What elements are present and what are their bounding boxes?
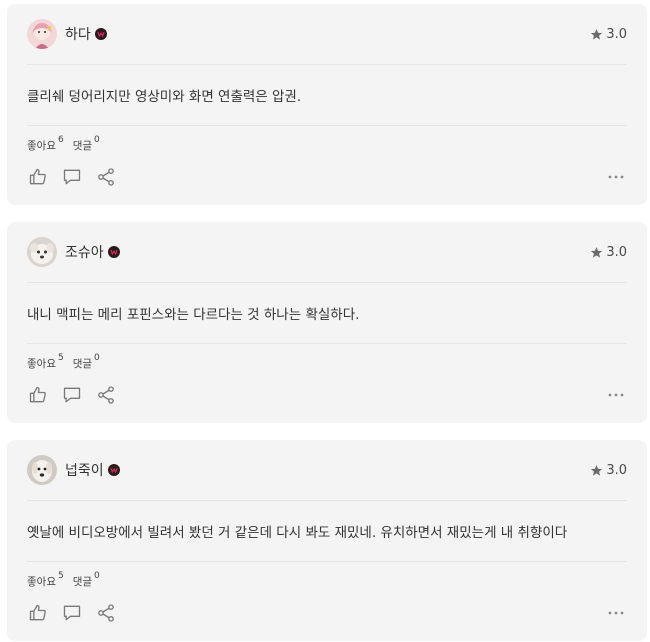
share-button[interactable] — [95, 602, 117, 624]
reply-number: 0 — [94, 570, 100, 581]
share-icon — [98, 168, 114, 186]
comment-actions — [27, 600, 627, 626]
username[interactable]: 조슈아 — [65, 242, 104, 262]
like-number: 6 — [57, 134, 64, 145]
comment-card: 하다 3.0 클리쉐 덩어리지만 영상미와 화면 연출력은 압권. 좋아요 6 댓… — [7, 4, 647, 205]
like-count: 좋아요 5 — [27, 570, 64, 589]
more-button[interactable] — [605, 166, 627, 188]
comment-actions — [27, 164, 627, 190]
avatar[interactable] — [27, 237, 57, 267]
watcha-badge-icon — [94, 28, 107, 40]
like-label: 좋아요 — [27, 357, 56, 370]
like-count: 좋아요 5 — [27, 352, 64, 371]
rating: 3.0 — [590, 245, 627, 260]
reply-label: 댓글 — [72, 139, 93, 152]
reply-label: 댓글 — [72, 357, 93, 370]
more-icon — [608, 393, 624, 397]
comment-header: 조슈아 3.0 — [27, 222, 627, 283]
comment-list: 하다 3.0 클리쉐 덩어리지만 영상미와 화면 연출력은 압권. 좋아요 6 댓… — [0, 0, 650, 642]
thumbs-up-icon — [29, 386, 46, 403]
star-icon — [591, 464, 603, 476]
comment-header: 하다 3.0 — [27, 4, 627, 65]
reply-count: 댓글 0 — [72, 570, 100, 589]
avatar[interactable] — [27, 455, 57, 485]
comment-stats: 좋아요 6 댓글 0 — [27, 126, 627, 164]
comment-icon — [63, 169, 81, 185]
comment-text[interactable]: 내니 맥피는 메리 포핀스와는 다르다는 것 하나는 확실하다. — [27, 283, 627, 344]
rating-value: 3.0 — [606, 244, 627, 260]
like-label: 좋아요 — [27, 575, 56, 588]
watcha-badge-icon — [107, 464, 120, 476]
comment-icon — [63, 387, 81, 403]
like-number: 5 — [57, 352, 64, 363]
share-icon — [98, 604, 114, 622]
like-button[interactable] — [27, 166, 49, 188]
share-button[interactable] — [95, 166, 117, 188]
share-icon — [98, 386, 114, 404]
comment-button[interactable] — [61, 166, 83, 188]
star-icon — [591, 28, 603, 40]
share-button[interactable] — [95, 384, 117, 406]
comment-stats: 좋아요 5 댓글 0 — [27, 344, 627, 382]
reply-label: 댓글 — [72, 575, 93, 588]
like-button[interactable] — [27, 384, 49, 406]
reply-number: 0 — [94, 352, 100, 363]
comment-text[interactable]: 클리쉐 덩어리지만 영상미와 화면 연출력은 압권. — [27, 65, 627, 126]
comment-card: 넙죽이 3.0 옛날에 비디오방에서 빌려서 봤던 거 같은데 다시 봐도 재밌… — [7, 440, 647, 641]
watcha-badge-icon — [107, 246, 120, 258]
rating-value: 3.0 — [606, 462, 627, 478]
reply-count: 댓글 0 — [72, 352, 100, 371]
comment-button[interactable] — [61, 384, 83, 406]
rating: 3.0 — [590, 463, 627, 478]
comment-header: 넙죽이 3.0 — [27, 440, 627, 501]
username[interactable]: 하다 — [65, 24, 91, 44]
comment-actions — [27, 382, 627, 408]
more-button[interactable] — [605, 384, 627, 406]
like-button[interactable] — [27, 602, 49, 624]
thumbs-up-icon — [29, 168, 46, 185]
more-icon — [608, 611, 624, 615]
comment-stats: 좋아요 5 댓글 0 — [27, 562, 627, 600]
comment-card: 조슈아 3.0 내니 맥피는 메리 포핀스와는 다르다는 것 하나는 확실하다.… — [7, 222, 647, 423]
thumbs-up-icon — [29, 604, 46, 621]
comment-text[interactable]: 옛날에 비디오방에서 빌려서 봤던 거 같은데 다시 봐도 재밌네. 유치하면서… — [27, 501, 627, 562]
reply-number: 0 — [94, 134, 100, 145]
rating: 3.0 — [590, 27, 627, 42]
like-count: 좋아요 6 — [27, 134, 64, 153]
more-icon — [608, 175, 624, 179]
star-icon — [591, 246, 603, 258]
rating-value: 3.0 — [606, 26, 627, 42]
avatar[interactable] — [27, 19, 57, 49]
username[interactable]: 넙죽이 — [65, 460, 104, 480]
comment-icon — [63, 605, 81, 621]
like-label: 좋아요 — [27, 139, 56, 152]
reply-count: 댓글 0 — [72, 134, 100, 153]
like-number: 5 — [57, 570, 64, 581]
comment-button[interactable] — [61, 602, 83, 624]
more-button[interactable] — [605, 602, 627, 624]
